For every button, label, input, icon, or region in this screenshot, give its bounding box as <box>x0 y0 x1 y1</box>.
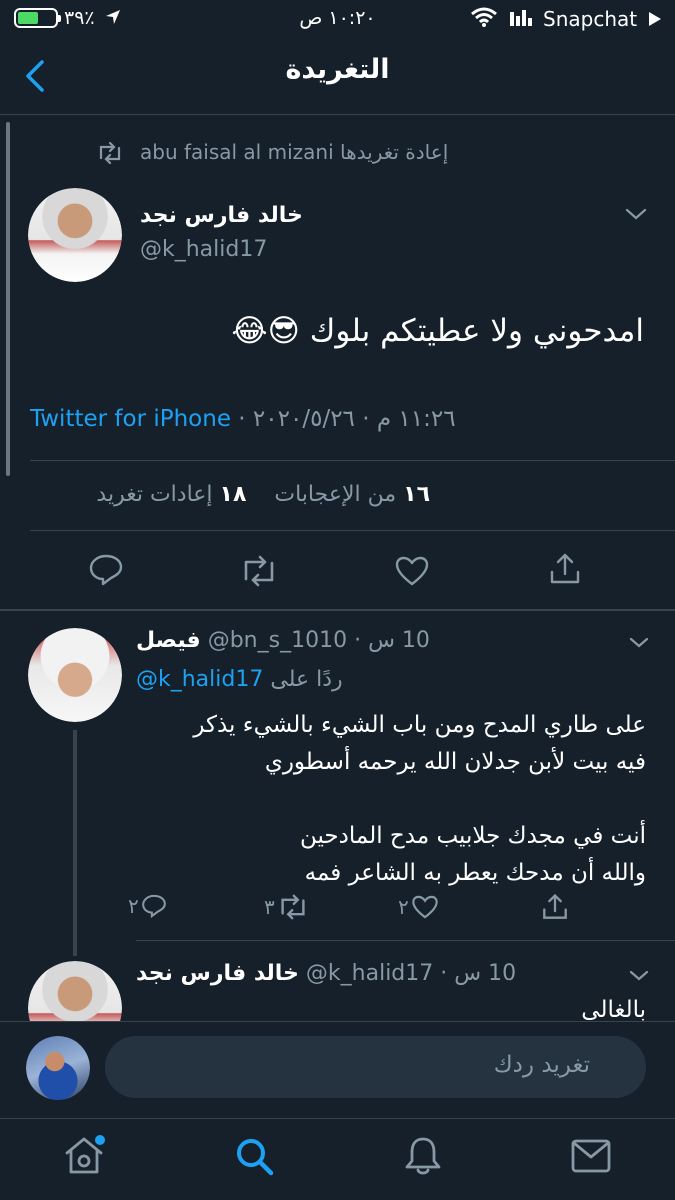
share-icon <box>550 553 580 584</box>
chevron-down-icon <box>629 970 649 981</box>
retweeted-by[interactable]: abu faisal al mizani إعادة تغريدها <box>140 140 580 164</box>
meta-divider <box>30 460 675 461</box>
page-title: التغريدة <box>285 54 390 85</box>
composer-divider <box>0 1021 675 1022</box>
section-divider <box>0 609 675 611</box>
tweet-meta: Twitter for iPhone ١١:٢٦ م · ٢٠٢٠/٥/٢٦ · <box>30 406 490 432</box>
likes-stat[interactable]: ١٦ من الإعجابات <box>274 482 430 507</box>
avatar[interactable] <box>28 628 122 722</box>
avatar[interactable] <box>28 961 122 1021</box>
wifi-icon <box>470 7 498 32</box>
replying-to-handle[interactable]: @k_halid17 <box>136 667 263 692</box>
author-handle[interactable]: @k_halid17 <box>140 237 267 262</box>
scroll-indicator <box>6 122 10 476</box>
retweet-icon <box>244 555 274 587</box>
play-icon <box>648 10 662 32</box>
reply-author-handle[interactable]: @k_halid17 <box>306 961 433 986</box>
like-button[interactable] <box>394 555 430 587</box>
author-name[interactable]: خالد فارس نجد <box>140 203 303 228</box>
tab-notifications[interactable] <box>402 1134 444 1178</box>
share-button[interactable] <box>548 552 582 586</box>
reply-line: أنت في مجدك جلابيب مدح المادحين <box>299 823 646 849</box>
reply-line: والله أن مدحك يعطر به الشاعر فمه <box>304 860 646 886</box>
tab-home[interactable] <box>62 1134 106 1178</box>
header-divider <box>0 114 675 115</box>
reply-2-clip: خالد فارس نجد @k_halid17 · 10 س بالغالي <box>0 941 675 1021</box>
reply-button[interactable] <box>88 553 124 587</box>
status-bar: ٣٩٪ ١٠:٢٠ ص Snapchat <box>0 0 675 40</box>
share-icon <box>543 893 567 919</box>
retweets-stat[interactable]: ١٨ إعادات تغريد <box>96 482 246 507</box>
reply-input[interactable]: تغريد ردك <box>105 1036 646 1098</box>
retweet-count: ٣ <box>264 895 275 919</box>
reply-author-name[interactable]: فيصل <box>136 628 201 653</box>
chevron-down-icon <box>629 637 649 648</box>
reply-header: خالد فارس نجد @k_halid17 · 10 س <box>136 961 517 986</box>
tab-search[interactable] <box>234 1136 276 1178</box>
avatar[interactable] <box>28 188 122 282</box>
my-avatar[interactable] <box>26 1036 90 1100</box>
reply-reply-button[interactable]: ٢ <box>128 893 167 919</box>
reply-time: 10 س <box>368 628 430 653</box>
comment-icon <box>141 894 166 919</box>
reply-input-placeholder: تغريد ردك <box>493 1052 590 1078</box>
reply-time: 10 س <box>454 961 517 986</box>
reply-line: فيه بيت لأبن جدلان الله يرحمه أسطوري <box>264 749 646 775</box>
tweet-text: امدحوني ولا عطيتكم بلوك 😎😂 <box>231 313 644 349</box>
thread-line <box>73 730 77 956</box>
tweet-menu-button[interactable] <box>624 206 648 225</box>
reply-header: فيصل @bn_s_1010 · 10 س <box>136 628 430 653</box>
comment-icon <box>89 554 123 586</box>
replying-to-prefix: ردًا على <box>270 667 343 692</box>
reply-menu-button[interactable] <box>628 967 650 986</box>
reply-author-name[interactable]: خالد فارس نجد <box>136 961 299 986</box>
reply-text: بالغالي <box>581 997 646 1021</box>
tab-messages[interactable] <box>570 1138 612 1174</box>
retweet-icon <box>281 894 305 920</box>
tabbar-divider <box>0 1118 675 1119</box>
retweet-small-icon <box>96 141 124 168</box>
reply-like-button[interactable]: ٢ <box>398 894 439 920</box>
reply-author-handle[interactable]: @bn_s_1010 <box>208 628 347 653</box>
like-count: ٢ <box>398 895 409 919</box>
heart-icon <box>411 895 438 919</box>
heart-icon <box>395 556 429 586</box>
carrier-label: Snapchat <box>543 7 638 31</box>
bell-icon <box>405 1137 441 1175</box>
tweet-stats: ١٦ من الإعجابات ١٨ إعادات تغريد <box>30 482 430 507</box>
replying-to: @k_halid17 ردًا على <box>136 667 343 692</box>
reply-line <box>136 781 646 818</box>
tweet-source[interactable]: Twitter for iPhone <box>30 406 231 432</box>
chevron-down-icon <box>625 208 647 220</box>
mail-icon <box>571 1139 611 1173</box>
stats-divider <box>30 530 675 531</box>
reply-menu-button[interactable] <box>628 634 650 653</box>
home-icon <box>65 1135 105 1174</box>
reply-text: على طاري المدح ومن باب الشيء بالشيء يذكر… <box>136 707 646 892</box>
retweet-button[interactable] <box>239 555 279 587</box>
tweet-timestamp: ١١:٢٦ م · ٢٠٢٠/٥/٢٦ · <box>238 406 456 432</box>
search-icon <box>237 1139 274 1176</box>
reply-line: على طاري المدح ومن باب الشيء بالشيء يذكر <box>193 712 646 738</box>
signal-icon <box>510 8 536 31</box>
reply-share-button[interactable] <box>541 893 569 925</box>
reply-retweet-button[interactable]: ٣ <box>264 894 309 920</box>
reply-count: ٢ <box>128 894 139 918</box>
